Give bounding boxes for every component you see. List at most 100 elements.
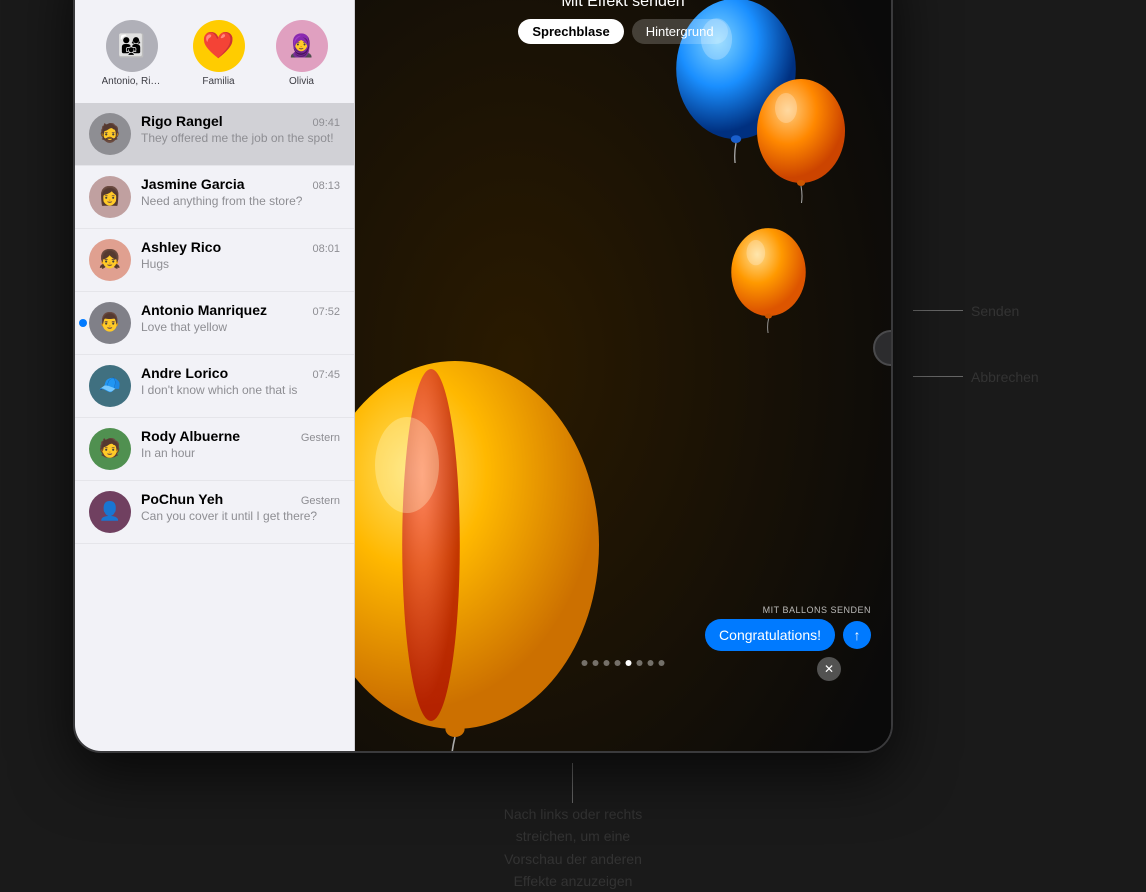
- conversation-item-pochun[interactable]: 👤 PoChun Yeh Gestern Can you cover it un…: [75, 481, 354, 544]
- pinned-avatar-olivia: 🧕: [276, 20, 328, 72]
- dot-8: [659, 660, 665, 666]
- balloon-orange-top: [751, 73, 851, 203]
- dot-5: [626, 660, 632, 666]
- pinned-contact-olivia[interactable]: 🧕 Olivia: [276, 20, 328, 87]
- tab-sprechblase[interactable]: Sprechblase: [518, 19, 623, 44]
- annotation-text-senden: Senden: [963, 303, 1019, 319]
- page-dots-indicator: [582, 660, 665, 666]
- message-bubble: Congratulations!: [705, 619, 835, 651]
- sidebar: Bearbeiten Nachrichten ✎ 👨‍👩‍👧 Antonio, …: [75, 0, 355, 751]
- conv-time-jasmine: 08:13: [312, 180, 340, 192]
- conv-header-ashley: Ashley Rico 08:01: [141, 239, 340, 255]
- dot-1: [582, 660, 588, 666]
- conv-content-antonio: Antonio Manriquez 07:52 Love that yellow: [141, 302, 340, 336]
- unread-indicator: [79, 319, 87, 327]
- conv-header-pochun: PoChun Yeh Gestern: [141, 491, 340, 507]
- conv-name-ashley: Ashley Rico: [141, 239, 221, 255]
- conv-name-andre: Andre Lorico: [141, 365, 228, 381]
- conversation-item-ashley[interactable]: 👧 Ashley Rico 08:01 Hugs: [75, 229, 354, 292]
- effect-title: Mit Effekt senden: [561, 0, 684, 11]
- avatar-andre: 🧢: [89, 365, 131, 407]
- page-wrapper: 09:41 Dienstag 18. Okt. 📶 100% ▓ Bearbei…: [73, 0, 1073, 892]
- conv-time-pochun: Gestern: [301, 495, 340, 507]
- conv-name-rigo: Rigo Rangel: [141, 113, 223, 129]
- dot-3: [604, 660, 610, 666]
- send-label: MIT BALLONS SENDEN: [763, 605, 871, 615]
- bottom-vertical-line: [572, 763, 573, 803]
- sidebar-header: Bearbeiten Nachrichten ✎ 👨‍👩‍👧 Antonio, …: [75, 0, 354, 103]
- bottom-annotation-text: Nach links oder rechts streichen, um ein…: [504, 803, 643, 892]
- pinned-avatar-antonio: 👨‍👩‍👧: [106, 20, 158, 72]
- message-row: Congratulations! ↑: [705, 619, 871, 651]
- avatar-pochun: 👤: [89, 491, 131, 533]
- edit-button[interactable]: Bearbeiten: [91, 0, 164, 4]
- annotation-abbrechen: Abbrechen: [913, 369, 1073, 385]
- conv-header-antonio: Antonio Manriquez 07:52: [141, 302, 340, 318]
- ipad-frame: 09:41 Dienstag 18. Okt. 📶 100% ▓ Bearbei…: [73, 0, 893, 753]
- pinned-contact-familia[interactable]: ❤️ Familia: [193, 20, 245, 87]
- conv-preview-rody: In an hour: [141, 446, 340, 462]
- conversation-item-antonio[interactable]: 👨 Antonio Manriquez 07:52 Love that yell…: [75, 292, 354, 355]
- conv-preview-pochun: Can you cover it until I get there?: [141, 509, 340, 525]
- conv-preview-ashley: Hugs: [141, 257, 340, 273]
- annotation-senden: Senden: [913, 303, 1073, 319]
- tab-hintergrund[interactable]: Hintergrund: [632, 19, 728, 44]
- conv-name-jasmine: Jasmine Garcia: [141, 176, 245, 192]
- sidebar-title: Nachrichten: [194, 0, 292, 5]
- pinned-avatar-familia: ❤️: [193, 20, 245, 72]
- conv-name-pochun: PoChun Yeh: [141, 491, 223, 507]
- conversation-item-rigo[interactable]: 🧔 Rigo Rangel 09:41 They offered me the …: [75, 103, 354, 166]
- conv-preview-jasmine: Need anything from the store?: [141, 194, 340, 210]
- effect-panel: Mit Effekt senden Sprechblase Hintergrun…: [355, 0, 891, 751]
- device-layout: 09:41 Dienstag 18. Okt. 📶 100% ▓ Bearbei…: [73, 0, 1073, 753]
- conv-content-rody: Rody Albuerne Gestern In an hour: [141, 428, 340, 462]
- conv-name-rody: Rody Albuerne: [141, 428, 240, 444]
- conv-time-antonio: 07:52: [312, 306, 340, 318]
- conv-header-rody: Rody Albuerne Gestern: [141, 428, 340, 444]
- conversation-item-rody[interactable]: 🧑 Rody Albuerne Gestern In an hour: [75, 418, 354, 481]
- avatar-rigo: 🧔: [89, 113, 131, 155]
- dot-7: [648, 660, 654, 666]
- conv-header-andre: Andre Lorico 07:45: [141, 365, 340, 381]
- effect-header: Mit Effekt senden Sprechblase Hintergrun…: [355, 0, 891, 44]
- conversation-list: 🧔 Rigo Rangel 09:41 They offered me the …: [75, 103, 354, 751]
- conv-time-ashley: 08:01: [312, 243, 340, 255]
- conv-name-antonio: Antonio Manriquez: [141, 302, 267, 318]
- conversation-item-jasmine[interactable]: 👩 Jasmine Garcia 08:13 Need anything fro…: [75, 166, 354, 229]
- conv-time-andre: 07:45: [312, 369, 340, 381]
- avatar-ashley: 👧: [89, 239, 131, 281]
- conv-content-pochun: PoChun Yeh Gestern Can you cover it unti…: [141, 491, 340, 525]
- conv-time-rigo: 09:41: [312, 117, 340, 129]
- conv-preview-andre: I don't know which one that is: [141, 383, 340, 399]
- pinned-name-antonio: Antonio, Rigo &...: [102, 76, 162, 87]
- avatar-jasmine: 👩: [89, 176, 131, 218]
- conv-time-rody: Gestern: [301, 432, 340, 444]
- send-button[interactable]: ↑: [843, 621, 871, 649]
- conv-header-jasmine: Jasmine Garcia 08:13: [141, 176, 340, 192]
- message-area: MIT BALLONS SENDEN Congratulations! ↑: [705, 605, 871, 651]
- cancel-button[interactable]: ✕: [817, 657, 841, 681]
- conv-preview-antonio: Love that yellow: [141, 320, 340, 336]
- cancel-icon: ✕: [824, 662, 834, 676]
- annotation-text-abbrechen: Abbrechen: [963, 369, 1039, 385]
- bottom-annotation-section: Nach links oder rechts streichen, um ein…: [504, 763, 643, 892]
- annotation-line-senden: [913, 310, 963, 311]
- conv-content-andre: Andre Lorico 07:45 I don't know which on…: [141, 365, 340, 399]
- pinned-name-familia: Familia: [202, 76, 234, 87]
- effect-tabs: Sprechblase Hintergrund: [518, 19, 727, 44]
- pinned-name-olivia: Olivia: [289, 76, 314, 87]
- pinned-contacts: 👨‍👩‍👧 Antonio, Rigo &... ❤️ Familia: [91, 16, 338, 95]
- right-annotations: Senden Abbrechen: [893, 0, 1073, 385]
- conv-content-rigo: Rigo Rangel 09:41 They offered me the jo…: [141, 113, 340, 147]
- compose-button[interactable]: ✎: [323, 0, 338, 6]
- balloon-orange-bottom: [726, 223, 811, 333]
- dot-6: [637, 660, 643, 666]
- pinned-contact-antonio[interactable]: 👨‍👩‍👧 Antonio, Rigo &...: [102, 20, 162, 87]
- conversation-item-andre[interactable]: 🧢 Andre Lorico 07:45 I don't know which …: [75, 355, 354, 418]
- avatar-rody: 🧑: [89, 428, 131, 470]
- conv-content-ashley: Ashley Rico 08:01 Hugs: [141, 239, 340, 273]
- dot-4: [615, 660, 621, 666]
- conv-content-jasmine: Jasmine Garcia 08:13 Need anything from …: [141, 176, 340, 210]
- conv-header-rigo: Rigo Rangel 09:41: [141, 113, 340, 129]
- avatar-antonio: 👨: [89, 302, 131, 344]
